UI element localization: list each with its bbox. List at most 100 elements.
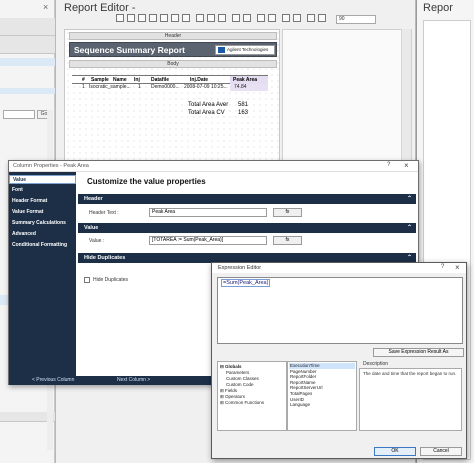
- expression-text: =Sum(Peak_Area): [221, 279, 271, 287]
- header-fx-button[interactable]: fx: [273, 208, 302, 217]
- table-header[interactable]: # Sample Name Inj Datafile Inj.Date Peak…: [72, 75, 268, 84]
- value-fx-button[interactable]: fx: [273, 236, 302, 245]
- chevron-up-icon[interactable]: ⌃: [407, 194, 412, 204]
- second-window-title: Repor: [423, 2, 453, 14]
- table-row[interactable]: 1 Isocratic_sample... 1 Demo0000... 2008…: [72, 84, 268, 91]
- left-pane-search-input[interactable]: [3, 110, 35, 119]
- zoom-select[interactable]: 90: [336, 15, 376, 24]
- left-pane-selection: [0, 88, 55, 94]
- header-section-label: Header: [84, 196, 103, 202]
- screen: × Go Report Editor - 90 Header Sequence …: [0, 0, 474, 463]
- col-header: #: [82, 77, 85, 83]
- delete-icon[interactable]: [149, 14, 157, 22]
- col-header: Inj: [134, 77, 140, 83]
- item-list[interactable]: ExecutionTime PageNumber ReportFolder Re…: [287, 361, 357, 431]
- total-area-cv-label[interactable]: Total Area CV: [188, 110, 225, 116]
- header-text-label: Header Text :: [89, 210, 119, 216]
- save-expression-result-button[interactable]: Save Expression Result As: [373, 348, 464, 357]
- report-editor-title: Report Editor -: [64, 2, 136, 14]
- table-cell: 1: [82, 84, 85, 90]
- expression-editor-title: Expression Editor: [218, 265, 262, 271]
- expression-input[interactable]: =Sum(Peak_Area): [217, 277, 463, 344]
- hide-duplicates-checkbox-label: Hide Duplicates: [93, 277, 129, 283]
- bring-front-icon[interactable]: [282, 14, 290, 22]
- hide-duplicates-checkbox[interactable]: [84, 277, 90, 283]
- total-area-avg-label[interactable]: Total Area Aver: [188, 102, 228, 108]
- header-section[interactable]: Header ⌃: [78, 194, 416, 204]
- value-section[interactable]: Value ⌃: [78, 223, 416, 233]
- col-header: Peak Area: [233, 77, 257, 83]
- report-title-box[interactable]: Sequence Summary Report Agilent Technolo…: [69, 42, 277, 57]
- close-icon[interactable]: ×: [404, 161, 409, 170]
- total-area-avg-value[interactable]: 581: [238, 102, 248, 108]
- close-icon[interactable]: ×: [455, 263, 460, 272]
- zoom-icon[interactable]: [318, 14, 326, 22]
- help-icon[interactable]: ?: [441, 264, 444, 270]
- col-header: Datafile: [151, 77, 170, 83]
- column-properties-titlebar: Column Properties - Peak Area ? ×: [9, 161, 418, 172]
- help-icon[interactable]: ?: [387, 162, 390, 168]
- properties-pane: [282, 29, 412, 169]
- total-area-cv-value[interactable]: 163: [238, 110, 248, 116]
- col-header: Name: [113, 77, 127, 83]
- report-title: Sequence Summary Report: [74, 45, 186, 55]
- column-properties-nav: Value Font Header Format Value Format Su…: [9, 172, 76, 376]
- tree-item-common-functions[interactable]: ⊞ Common Functions: [220, 400, 264, 406]
- value-expression-input[interactable]: [TOTAREA := Sum(Peak_Area)]: [149, 236, 267, 245]
- align-center-icon[interactable]: [207, 14, 215, 22]
- cancel-button[interactable]: Cancel: [420, 447, 462, 456]
- col-header: Sample: [91, 77, 109, 83]
- expression-editor-titlebar: Expression Editor ? ×: [212, 263, 466, 273]
- insert-table-icon[interactable]: [171, 14, 179, 22]
- report-editor-toolbar: [116, 14, 351, 26]
- expression-editor-dialog: Expression Editor ? × =Sum(Peak_Area) Sa…: [211, 262, 467, 459]
- send-back-icon[interactable]: [293, 14, 301, 22]
- left-pane-strip: [0, 36, 55, 54]
- ok-button[interactable]: OK: [374, 447, 416, 456]
- preview-icon[interactable]: [307, 14, 315, 22]
- grid-icon[interactable]: [268, 14, 276, 22]
- header-band[interactable]: Header: [69, 32, 277, 40]
- spacing-icon[interactable]: [257, 14, 265, 22]
- insert-image-icon[interactable]: [182, 14, 190, 22]
- body-band[interactable]: Body: [69, 60, 277, 68]
- table-cell: 1: [138, 84, 141, 90]
- table-cell: 2008-07-09 10:25...: [184, 84, 228, 90]
- next-column-button[interactable]: Next Column >: [117, 377, 150, 384]
- nav-item-conditional-formatting[interactable]: Conditional Formatting: [9, 241, 76, 250]
- col-header: Inj.Date: [190, 77, 209, 83]
- group-icon[interactable]: [160, 14, 168, 22]
- table-cell: Demo0000...: [151, 84, 180, 90]
- chevron-up-icon[interactable]: ⌃: [407, 223, 412, 233]
- align-right-icon[interactable]: [218, 14, 226, 22]
- description-text: The date and time that the report began …: [363, 371, 457, 376]
- nav-item-summary-calculations[interactable]: Summary Calculations: [9, 219, 76, 228]
- hide-duplicates-section-label: Hide Duplicates: [84, 255, 126, 261]
- value-section-label: Value: [84, 225, 99, 231]
- column-properties-title: Column Properties - Peak Area: [13, 163, 89, 169]
- cut-icon[interactable]: [116, 14, 124, 22]
- size-height-icon[interactable]: [243, 14, 251, 22]
- paste-icon[interactable]: [138, 14, 146, 22]
- left-pane-selection: [0, 58, 55, 66]
- nav-item-value[interactable]: Value: [9, 175, 76, 184]
- left-pane-close-icon[interactable]: ×: [43, 2, 48, 12]
- table-cell: 74.84: [234, 84, 247, 90]
- report-design-canvas[interactable]: Header Sequence Summary Report Agilent T…: [64, 29, 280, 169]
- header-text-input[interactable]: Peak Area: [149, 208, 267, 217]
- table-cell: Isocratic_sample...: [89, 84, 131, 90]
- nav-item-advanced[interactable]: Advanced: [9, 230, 76, 239]
- page-heading: Customize the value properties: [87, 177, 206, 186]
- list-item[interactable]: Language: [289, 402, 355, 408]
- copy-icon[interactable]: [127, 14, 135, 22]
- expression-value: =Sum(Peak_Area): [221, 279, 271, 287]
- nav-item-value-format[interactable]: Value Format: [9, 208, 76, 217]
- description-box: The date and time that the report began …: [359, 368, 462, 431]
- nav-item-header-format[interactable]: Header Format: [9, 197, 76, 206]
- description-label: Description: [363, 361, 389, 367]
- size-width-icon[interactable]: [232, 14, 240, 22]
- nav-item-font[interactable]: Font: [9, 186, 76, 195]
- align-left-icon[interactable]: [196, 14, 204, 22]
- category-tree[interactable]: ⊟ Globals Parameters Custom Classes Cust…: [217, 361, 287, 431]
- previous-column-button[interactable]: < Previous Column: [32, 377, 74, 384]
